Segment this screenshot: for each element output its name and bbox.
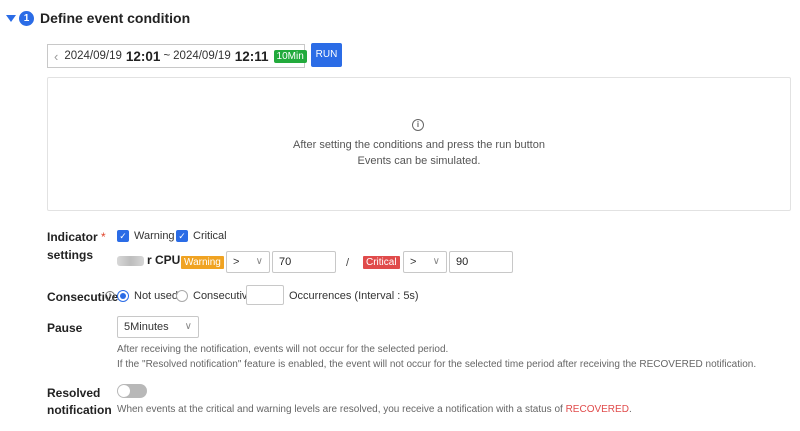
simulation-hint-line2: Events can be simulated.	[357, 155, 481, 167]
critical-operator-select[interactable]: > ∨	[403, 251, 447, 273]
warning-checkbox[interactable]: ✓	[117, 230, 129, 242]
occurrences-input[interactable]	[246, 285, 284, 305]
consecutive-radio[interactable]	[176, 290, 188, 302]
metric-name: r CPU	[147, 253, 181, 267]
resolved-notification-toggle[interactable]	[117, 384, 147, 398]
resolved-label: Resolved	[47, 386, 101, 400]
warning-badge: Warning	[181, 256, 224, 269]
warning-threshold-input[interactable]: 70	[272, 251, 336, 273]
pause-help-line1: After receiving the notification, events…	[117, 344, 449, 355]
info-icon[interactable]: i	[105, 291, 115, 301]
range-separator: ~	[163, 50, 171, 62]
pause-label: Pause	[47, 321, 83, 335]
start-time: 12:01	[125, 48, 161, 64]
threshold-divider: /	[346, 257, 350, 269]
duration-badge[interactable]: 10Min	[273, 49, 307, 63]
collapse-caret-icon[interactable]	[6, 15, 16, 22]
warning-checkbox-label: Warning	[134, 230, 175, 242]
chevron-down-icon: ∨	[432, 256, 440, 267]
not-used-radio-label: Not used	[134, 290, 179, 302]
run-button[interactable]: RUN	[311, 43, 342, 67]
toggle-knob	[118, 385, 130, 397]
simulation-hint-line1: After setting the conditions and press t…	[293, 139, 545, 151]
pause-help-line2: If the "Resolved notification" feature i…	[117, 359, 757, 370]
critical-checkbox-label: Critical	[193, 230, 227, 242]
info-icon: i	[412, 119, 424, 131]
occurrences-label: Occurrences (Interval : 5s)	[289, 290, 419, 302]
critical-badge: Critical	[363, 256, 400, 269]
recovered-status: RECOVERED	[565, 404, 629, 415]
section-title: Define event condition	[40, 10, 191, 26]
warning-operator-select[interactable]: > ∨	[226, 251, 270, 273]
resolved-help: When events at the critical and warning …	[117, 404, 632, 415]
required-mark: *	[101, 230, 106, 244]
redacted-metric-prefix	[117, 256, 144, 266]
resolved-label-line2: notification	[47, 403, 112, 417]
time-range-picker[interactable]: ‹ 2024/09/19 12:01 ~ 2024/09/19 12:11 10…	[47, 44, 321, 68]
critical-checkbox[interactable]: ✓	[176, 230, 188, 242]
not-used-radio[interactable]	[117, 290, 129, 302]
end-time: 12:11	[234, 48, 269, 64]
pause-select[interactable]: 5Minutes ∨	[117, 316, 199, 338]
chevron-down-icon: ∨	[255, 256, 263, 267]
critical-threshold-input[interactable]: 90	[449, 251, 513, 273]
end-date: 2024/09/19	[173, 50, 231, 62]
chevron-down-icon: ∨	[184, 321, 192, 332]
consecutive-radio-label: Consecutive	[193, 290, 254, 302]
indicator-label-line2: settings	[47, 248, 94, 262]
chevron-left-icon[interactable]: ‹	[54, 49, 58, 64]
start-date: 2024/09/19	[64, 50, 122, 62]
step-number-badge: 1	[19, 11, 34, 26]
indicator-label: Indicator *	[47, 230, 106, 244]
